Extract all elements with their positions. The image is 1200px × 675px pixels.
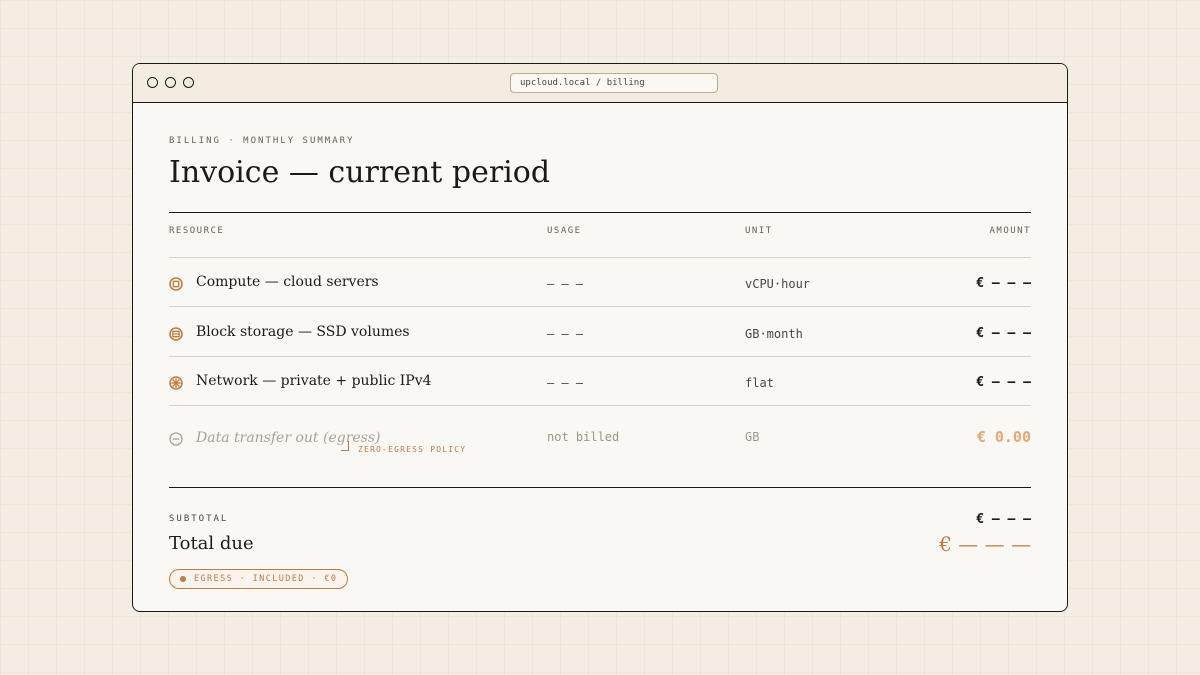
amount-value: € – – – — [976, 276, 1031, 291]
storage-icon — [169, 327, 183, 341]
zero-egress-note: ZERO-EGRESS POLICY — [358, 445, 467, 454]
page-eyebrow: BILLING · MONTHLY SUMMARY — [169, 136, 355, 146]
cpu-icon — [169, 277, 183, 291]
subtotal-value: € – – – — [976, 512, 1031, 527]
table-row: Block storage — SSD volumes – – – GB·mon… — [169, 307, 1031, 356]
amount-value: € – – – — [976, 326, 1031, 341]
amount-value: € – – – — [976, 375, 1031, 390]
badge-dot-icon — [180, 576, 186, 582]
resource-name: Compute — cloud servers — [196, 274, 379, 290]
page-title: Invoice — current period — [169, 155, 551, 190]
badge-label: EGRESS · INCLUDED · €0 — [194, 574, 338, 584]
unit-value: vCPU·hour — [745, 277, 811, 291]
browser-window: upcloud.local / billing BILLING · MONTHL… — [132, 63, 1068, 612]
usage-value: – – – — [547, 376, 584, 390]
annotation-bracket — [341, 441, 349, 451]
resource-name: Data transfer out (egress) — [196, 430, 381, 446]
column-header-unit: UNIT — [745, 226, 773, 236]
unit-value: flat — [745, 376, 774, 390]
usage-value: – – – — [547, 277, 584, 291]
resource-name: Network — private + public IPv4 — [196, 373, 432, 389]
unit-value: GB·month — [745, 327, 803, 341]
table-top-rule — [169, 212, 1031, 213]
usage-value: not billed — [547, 430, 620, 444]
window-maximize-control[interactable] — [183, 77, 194, 88]
table-row: Data transfer out (egress) ZERO-EGRESS P… — [169, 405, 1031, 475]
table-row: Compute — cloud servers – – – vCPU·hour … — [169, 257, 1031, 306]
resource-name: Block storage — SSD volumes — [196, 324, 410, 340]
table-row: Network — private + public IPv4 – – – fl… — [169, 356, 1031, 405]
column-header-resource: RESOURCE — [169, 226, 225, 236]
address-bar[interactable]: upcloud.local / billing — [510, 73, 718, 93]
summary-rule — [169, 487, 1031, 488]
title-bar: upcloud.local / billing — [133, 64, 1067, 103]
total-label: Total due — [169, 533, 254, 554]
window-close-control[interactable] — [147, 77, 158, 88]
total-value: € — — — — [939, 532, 1031, 556]
network-icon — [169, 376, 183, 390]
window-minimize-control[interactable] — [165, 77, 176, 88]
column-header-amount: AMOUNT — [989, 226, 1031, 236]
column-header-usage: USAGE — [547, 226, 582, 236]
usage-value: – – – — [547, 327, 584, 341]
egress-included-badge: EGRESS · INCLUDED · €0 — [169, 569, 349, 589]
no-charge-icon — [169, 432, 183, 446]
amount-value: € 0.00 — [976, 428, 1031, 446]
subtotal-label: SUBTOTAL — [169, 514, 229, 524]
unit-value: GB — [745, 430, 760, 444]
